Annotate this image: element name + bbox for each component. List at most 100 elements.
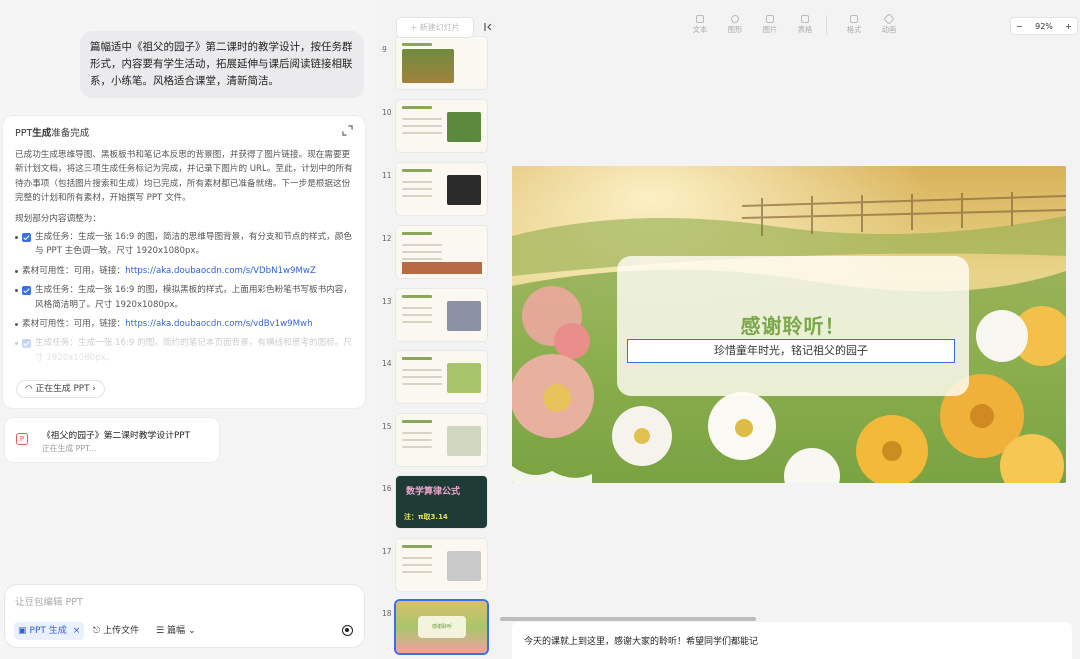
- thumbnail-image: [402, 262, 482, 274]
- card-title: PPT生成准备完成: [15, 128, 90, 139]
- expand-icon[interactable]: [342, 125, 353, 136]
- thumbnail-image: [447, 301, 481, 331]
- slide-thumbnail[interactable]: [396, 163, 487, 215]
- ppt-generate-chip[interactable]: ▣ PPT 生成 ×: [14, 622, 85, 640]
- plan-item-text: 生成任务：生成一张 16:9 的图，简洁的思维导图背景，有分支和节点的样式，颜色…: [35, 232, 352, 257]
- generating-pill[interactable]: ◠ 正在生成 PPT ›: [16, 380, 105, 398]
- animation-tool[interactable]: 动画: [877, 13, 901, 35]
- current-slide[interactable]: 感谢聆听！ 珍惜童年时光，铭记祖父的园子: [512, 166, 1066, 483]
- thumbnail-title-bar: [402, 232, 432, 235]
- plan-item-text: 素材可用性：可用，链接：: [22, 265, 126, 276]
- length-dropdown[interactable]: ☰ 篇幅 ⌄: [156, 622, 196, 640]
- fade-overlay: [3, 321, 365, 381]
- thumbnail-title-bar: [402, 106, 432, 109]
- table-icon: [801, 15, 809, 23]
- slide-title[interactable]: 感谢聆听！: [617, 310, 969, 339]
- thumbnail-number: 17: [382, 547, 392, 556]
- zoom-out-button[interactable]: −: [1016, 22, 1023, 31]
- thumbnail-title-bar: [402, 420, 432, 423]
- thumbnail-heading: 数学算律公式: [406, 487, 461, 497]
- thumbnail-number: 15: [382, 422, 392, 431]
- speaker-notes[interactable]: 今天的课就上到这里，感谢大家的聆听！希望同学们都能记: [512, 622, 1072, 659]
- horizontal-scrollbar[interactable]: [500, 617, 756, 621]
- thumbnail-image: [447, 175, 481, 205]
- format-tool[interactable]: 格式: [842, 15, 866, 35]
- thumbnail-text-line: [402, 258, 442, 260]
- table-tool[interactable]: 表格: [793, 15, 817, 35]
- thumbnail-number: 9: [382, 45, 387, 54]
- file-title: 《祖父的园子》第二课时教学设计PPT: [42, 431, 190, 441]
- checkbox-checked-icon: [22, 233, 31, 243]
- plan-item-text: 生成任务：生成一张 16:9 的图，模拟黑板的样式，上面用彩色粉笔书写板书内容，…: [35, 285, 352, 310]
- collapse-panel-icon[interactable]: [483, 22, 493, 32]
- thumbnail-number: 11: [382, 171, 392, 180]
- thumbnail-text-line: [402, 125, 442, 127]
- chevron-down-icon: ⌄: [188, 626, 196, 636]
- upload-file-button[interactable]: ⎋ 上传文件: [93, 622, 139, 640]
- shape-tool[interactable]: 图形: [723, 15, 747, 35]
- zoom-in-button[interactable]: +: [1065, 22, 1072, 31]
- ppt-icon: ▣: [18, 626, 27, 636]
- thumbnail-image: [447, 112, 481, 142]
- image-tool[interactable]: 图片: [758, 15, 782, 35]
- toolbar-divider: [826, 15, 827, 35]
- thumbnail-number: 13: [382, 297, 392, 306]
- image-icon: [766, 15, 774, 23]
- plan-intro: 规划部分内容调整为：: [15, 213, 101, 224]
- thumbnail-text-line: [402, 188, 432, 190]
- slide-thumbnail[interactable]: [396, 37, 487, 89]
- plan-item: 生成任务：生成一张 16:9 的图，模拟黑板的样式，上面用彩色粉笔书写板书内容，…: [15, 283, 353, 312]
- editor-toolbar: 文本 图形 图片 表格 格式 动画 − 92% +: [498, 0, 1080, 40]
- checkbox-checked-icon: [22, 286, 31, 296]
- paperclip-icon: ⎋: [93, 626, 101, 636]
- thumbnail-text-line: [402, 251, 442, 253]
- thumbnail-text-line: [402, 432, 432, 434]
- send-button[interactable]: [342, 625, 353, 636]
- thumbnail-image: [447, 551, 481, 581]
- thumbnail-image: [447, 426, 481, 456]
- card-paragraph: 已成功生成思维导图、黑板板书和笔记本反思的背景图，并获得了图片链接。现在需要更新…: [15, 150, 353, 204]
- thumbnail-number: 14: [382, 359, 392, 368]
- thumbnail-text-line: [402, 132, 442, 134]
- slide-thumbnail[interactable]: [396, 539, 487, 591]
- app-root: 篇幅适中《祖父的园子》第二课时的教学设计，按任务群形式，内容要有学生活动，拓展延…: [0, 0, 1080, 659]
- slide-thumbnail[interactable]: [396, 226, 487, 278]
- bullet-dot: [15, 269, 18, 273]
- thumbnail-number: 16: [382, 484, 392, 493]
- composer-input[interactable]: 让豆包编辑 PPT: [15, 594, 83, 608]
- asset-link[interactable]: https://aka.doubaocdn.com/s/VDbN1w9MwZ: [125, 266, 316, 276]
- composer: 让豆包编辑 PPT ▣ PPT 生成 × ⎋ 上传文件 ☰ 篇幅 ⌄: [5, 585, 364, 647]
- thumbnail-text-line: [402, 118, 442, 120]
- thumbnail-title-bar: [402, 43, 432, 46]
- thumbnail-title-bar: [402, 545, 432, 548]
- user-message: 篇幅适中《祖父的园子》第二课时的教学设计，按任务群形式，内容要有学生活动，拓展延…: [80, 31, 364, 98]
- slide-thumbnail[interactable]: [396, 289, 487, 341]
- thumbnail-text-line: [402, 181, 432, 183]
- text-tool[interactable]: 文本: [688, 15, 712, 35]
- thumbnail-text-line: [402, 321, 432, 323]
- ppt-file-card[interactable]: P 《祖父的园子》第二课时教学设计PPT 正在生成 PPT...: [5, 418, 219, 462]
- slide-thumbnail[interactable]: 感谢聆听: [396, 601, 487, 653]
- thumbnail-number: 10: [382, 108, 392, 117]
- thumbnail-text-line: [402, 244, 442, 246]
- zoom-control: − 92% +: [1010, 17, 1078, 35]
- slide-thumbnail[interactable]: [396, 100, 487, 152]
- slide-thumbnail[interactable]: [396, 351, 487, 403]
- ppt-file-icon: P: [16, 433, 28, 445]
- thumbnail-text-line: [402, 557, 432, 559]
- new-slide-button[interactable]: + 新建幻灯片: [396, 17, 474, 38]
- slide-thumbnail[interactable]: [396, 414, 487, 466]
- file-subtitle: 正在生成 PPT...: [42, 444, 97, 453]
- thumbnail-title-bar: [402, 169, 432, 172]
- thumbnail-text-line: [402, 446, 432, 448]
- close-icon[interactable]: ×: [73, 622, 81, 640]
- thumbnail-text-line: [402, 571, 432, 573]
- thumbnail-image: [447, 363, 481, 393]
- thumbnail-text-line: [402, 195, 432, 197]
- thumbnail-note: 注：π取3.14: [404, 513, 448, 521]
- slide-thumbnail[interactable]: 数学算律公式 注：π取3.14: [396, 476, 487, 528]
- list-icon: ☰: [156, 626, 165, 636]
- bullet-dot: [15, 289, 18, 293]
- thumbnail-title-bar: [402, 357, 432, 360]
- slide-subtitle[interactable]: 珍惜童年时光，铭记祖父的园子: [627, 339, 955, 363]
